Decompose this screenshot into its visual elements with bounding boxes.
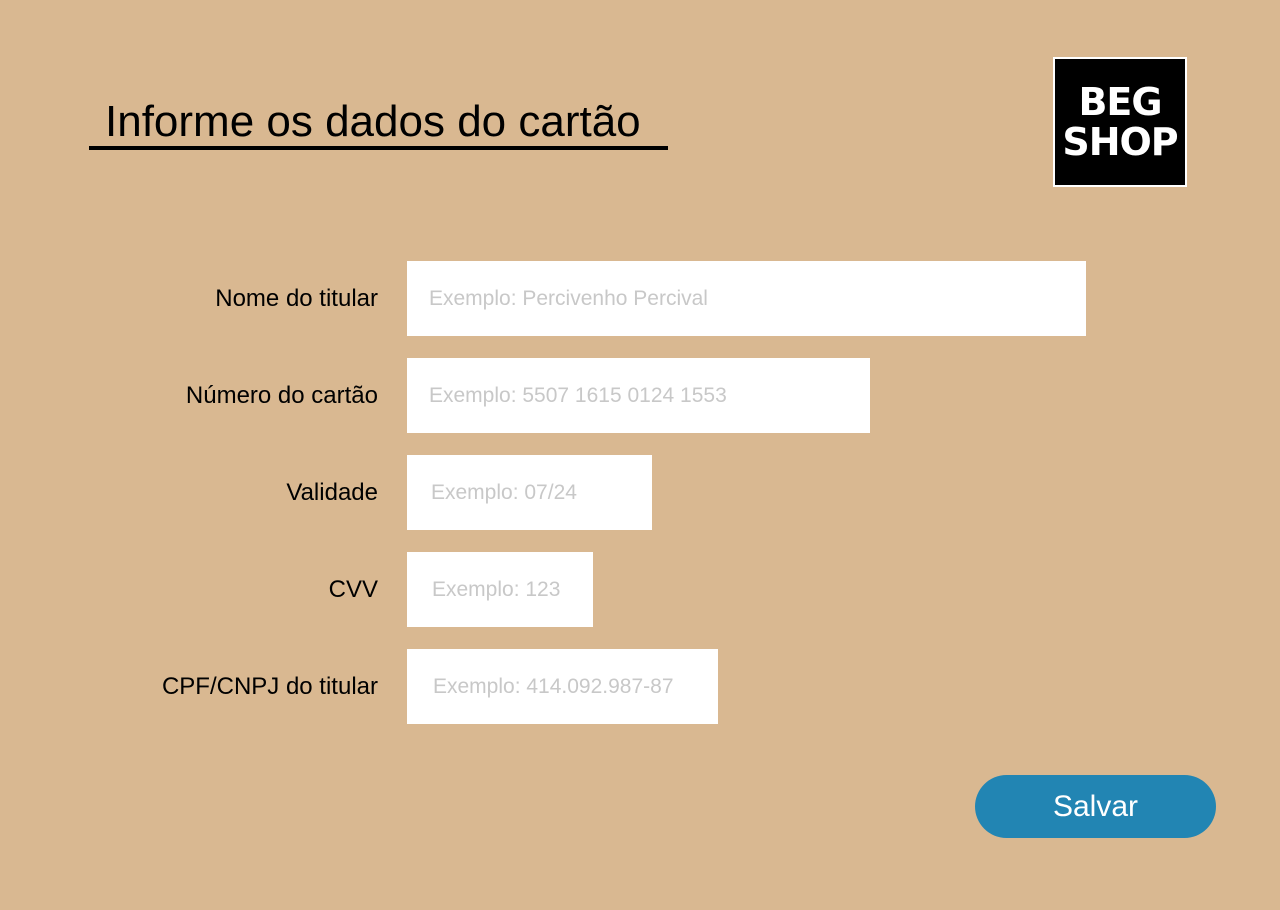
cvv-label: CVV — [328, 576, 378, 603]
card-number-input[interactable] — [407, 358, 870, 433]
page-title: Informe os dados do cartão — [105, 97, 641, 146]
holder-name-input[interactable] — [407, 261, 1086, 336]
expiry-input[interactable] — [407, 455, 652, 530]
document-input[interactable] — [407, 649, 718, 724]
brand-logo: BEG SHOP — [1053, 57, 1187, 187]
logo-line-2: SHOP — [1062, 120, 1178, 164]
card-number-label: Número do cartão — [185, 382, 378, 409]
cvv-input[interactable] — [407, 552, 593, 627]
title-underline — [89, 146, 668, 150]
save-button[interactable]: Salvar — [975, 775, 1216, 838]
document-label: CPF/CNPJ do titular — [161, 673, 378, 700]
expiry-label: Validade — [286, 479, 378, 506]
holder-name-label: Nome do titular — [215, 285, 378, 312]
logo-line-1: BEG — [1078, 80, 1162, 124]
